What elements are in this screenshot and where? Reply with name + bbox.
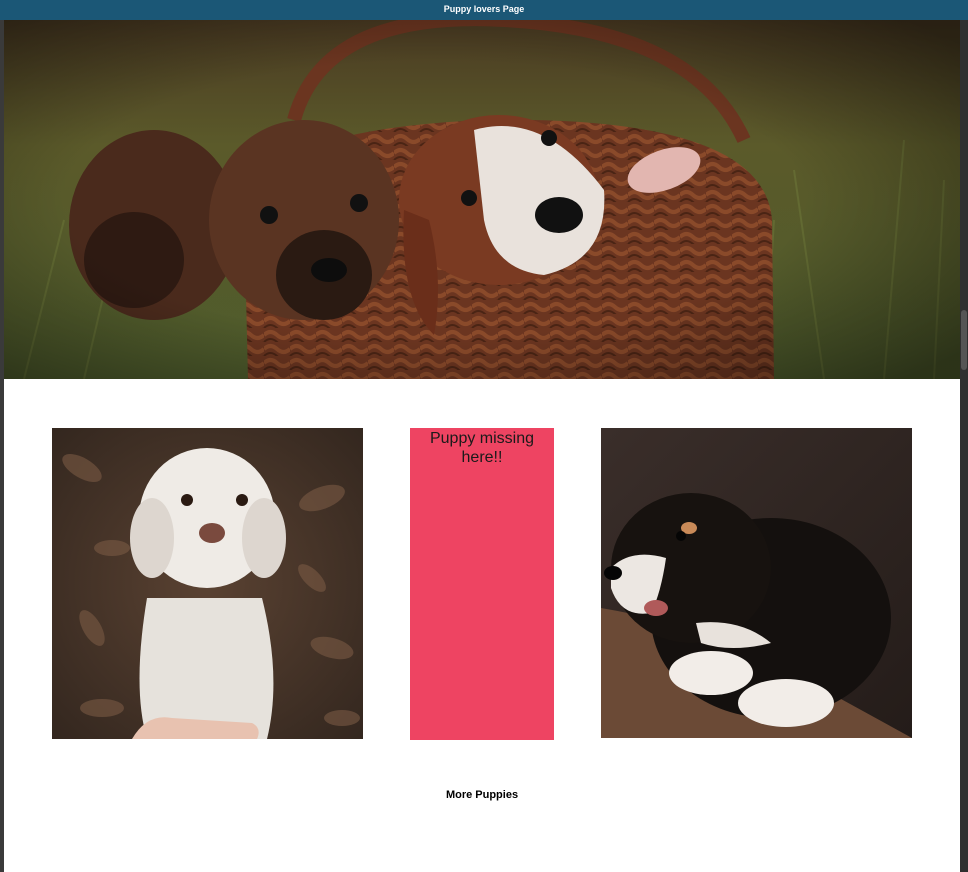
page-header: Puppy lovers Page: [0, 0, 968, 20]
more-puppies-button[interactable]: More Puppies: [421, 785, 543, 805]
black-puppy-illustration: [601, 428, 912, 738]
hero-image: [4, 20, 960, 379]
gallery-image-left: [52, 428, 363, 739]
missing-puppy-card: Puppy missing here!!: [410, 428, 554, 740]
puppies-basket-illustration: [4, 20, 960, 379]
missing-puppy-text: Puppy missing here!!: [429, 430, 535, 466]
main-content: Puppy missing here!! More Puppies: [4, 379, 960, 872]
white-puppy-illustration: [52, 428, 363, 739]
page-title: Puppy lovers Page: [443, 4, 525, 14]
browser-viewport: Puppy lovers Page Puppy missing here!! M…: [0, 0, 968, 872]
gallery-image-right: [601, 428, 912, 738]
scrollbar-thumb[interactable]: [961, 310, 967, 370]
page-scrollbar[interactable]: [960, 20, 968, 872]
